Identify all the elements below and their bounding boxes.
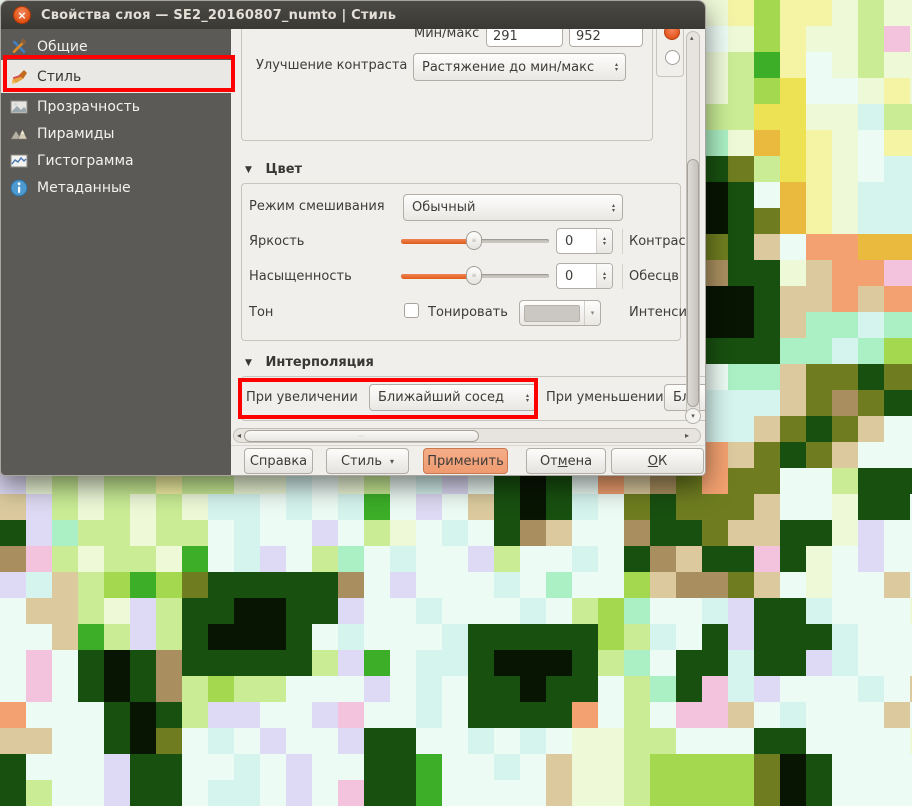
section-title: Цвет xyxy=(265,162,303,177)
saturation-spinbox[interactable]: 0 ▴ ▾ xyxy=(556,263,613,289)
saturation-slider-fill xyxy=(401,273,474,279)
cancel-button[interactable]: Отмена xyxy=(526,448,606,474)
spinner-icon[interactable]: ▴ ▾ xyxy=(596,229,612,253)
sidebar-item-label: Метаданные xyxy=(37,179,131,196)
brightness-label: Яркость xyxy=(249,234,305,249)
sidebar-item-metadata[interactable]: Метаданные xyxy=(1,174,231,201)
info-icon xyxy=(10,179,28,196)
apply-button[interactable]: Применить xyxy=(423,448,508,474)
zoomed-in-interpolation-select[interactable]: Ближайший сосед ▴ ▾ xyxy=(369,384,537,411)
pyramids-icon xyxy=(10,128,28,139)
dropdown-arrow-icon: ▾ xyxy=(390,456,395,466)
button-label: Стиль xyxy=(340,453,383,469)
separator xyxy=(622,264,623,289)
histogram-icon xyxy=(10,154,28,167)
layer-properties-dialog: × Свойства слоя — SE2_20160807_numto | С… xyxy=(0,0,706,476)
button-label: Отмена xyxy=(539,453,593,469)
max-value-input[interactable]: 952 xyxy=(569,29,643,47)
brightness-slider-fill xyxy=(401,238,474,244)
scroll-up-icon[interactable]: ▴ xyxy=(690,34,694,42)
close-button[interactable]: × xyxy=(13,6,31,24)
sidebar-item-general[interactable]: Общие xyxy=(1,33,231,60)
help-button[interactable]: Справка xyxy=(244,448,313,474)
saturation-label: Насыщенность xyxy=(249,269,352,284)
min-value-input[interactable]: 291 xyxy=(486,29,563,47)
contrast-enhancement-select[interactable]: Растяжение до мин/макс ▴ ▾ xyxy=(413,53,626,81)
button-separator xyxy=(231,445,705,446)
minmax-label: Мин/макс xyxy=(414,29,480,41)
thumb-grip-icon: ⋯ xyxy=(357,431,366,440)
strength-label-clipped: Интенси xyxy=(629,305,686,320)
brightness-spinbox[interactable]: 0 ▴ ▾ xyxy=(556,228,613,254)
sidebar-item-pyramids[interactable]: Пирамиды xyxy=(1,120,231,147)
saturation-slider-thumb[interactable]: ≡ xyxy=(466,266,482,285)
brightness-value: 0 xyxy=(565,233,574,249)
colorize-color-picker[interactable]: ▾ xyxy=(519,300,601,326)
scroll-down-icon: ▾ xyxy=(691,412,695,420)
scroll-left-icon[interactable]: ◂ xyxy=(237,431,241,440)
interpolation-section-header[interactable]: ▼ Интерполяция xyxy=(245,355,374,370)
selected-value: Ближайший сосед xyxy=(378,390,504,405)
sidebar-item-label: Пирамиды xyxy=(37,125,115,142)
color-swatch xyxy=(524,304,580,322)
sidebar-item-label: Гистограмма xyxy=(37,152,134,169)
brightness-slider-thumb[interactable]: ≡ xyxy=(466,231,482,250)
sidebar: Общие Стиль Прозрачность Пирамиды Гистог… xyxy=(1,29,231,475)
contrast-label-clipped: Контрас xyxy=(629,234,686,249)
colorize-checkbox[interactable] xyxy=(404,303,419,318)
grayscale-label-clipped: Обесцв xyxy=(629,269,679,284)
saturation-value: 0 xyxy=(565,268,574,284)
spinner-icon: ▴ ▾ xyxy=(611,201,615,214)
scroll-down-button[interactable]: ▾ xyxy=(685,408,701,424)
style-panel: Мин/макс 291 952 Улучшение контраста Рас… xyxy=(231,29,705,475)
tools-icon xyxy=(12,38,27,53)
selected-value: Растяжение до мин/макс xyxy=(422,59,595,75)
blend-mode-select[interactable]: Обычный ▴ ▾ xyxy=(403,194,623,221)
dropdown-arrow-icon[interactable]: ▾ xyxy=(584,301,600,325)
colorize-label: Тонировать xyxy=(428,305,508,320)
scroll-right-icon[interactable]: ▸ xyxy=(685,431,689,440)
spinner-icon[interactable]: ▴ ▾ xyxy=(596,264,612,288)
paintbrush-icon xyxy=(12,69,27,84)
min-value: 291 xyxy=(493,29,518,44)
sidebar-item-label: Стиль xyxy=(37,68,82,85)
hue-label: Тон xyxy=(249,305,274,320)
sidebar-item-transparency[interactable]: Прозрачность xyxy=(1,93,231,120)
spinner-icon: ▴ ▾ xyxy=(614,61,618,73)
transparency-icon xyxy=(10,100,28,113)
collapse-triangle-icon: ▼ xyxy=(245,358,252,368)
horizontal-scrollbar-thumb[interactable]: ⋯ xyxy=(244,429,479,442)
contrast-enhancement-label: Улучшение контраста xyxy=(256,58,408,73)
color-section-header[interactable]: ▼ Цвет xyxy=(245,162,302,177)
button-label: Справка xyxy=(249,453,308,469)
vertical-scrollbar-thumb[interactable] xyxy=(687,159,699,407)
sidebar-item-label: Прозрачность xyxy=(37,98,140,115)
separator xyxy=(622,229,623,254)
button-label: Применить xyxy=(427,453,504,469)
titlebar[interactable]: × Свойства слоя — SE2_20160807_numto | С… xyxy=(1,1,705,30)
sidebar-item-histogram[interactable]: Гистограмма xyxy=(1,147,231,174)
sidebar-item-label: Общие xyxy=(37,38,88,55)
collapse-triangle-icon: ▼ xyxy=(245,165,252,175)
style-menu-button[interactable]: Стиль ▾ xyxy=(326,448,409,474)
blend-mode-label: Режим смешивания xyxy=(249,199,385,214)
zoomed-out-label: При уменьшении xyxy=(546,390,664,405)
sidebar-item-style[interactable]: Стиль xyxy=(1,60,231,93)
section-title: Интерполяция xyxy=(265,355,374,370)
zoomed-in-label: При увеличении xyxy=(246,390,358,405)
max-value: 952 xyxy=(576,29,601,44)
selected-value: Обычный xyxy=(412,200,476,215)
spinner-icon: ▴ ▾ xyxy=(525,391,529,404)
window-title: Свойства слоя — SE2_20160807_numto | Сти… xyxy=(41,7,397,23)
radio-unselected[interactable] xyxy=(665,50,680,65)
ok-button[interactable]: ОК xyxy=(611,448,704,474)
button-label: ОК xyxy=(647,453,668,469)
